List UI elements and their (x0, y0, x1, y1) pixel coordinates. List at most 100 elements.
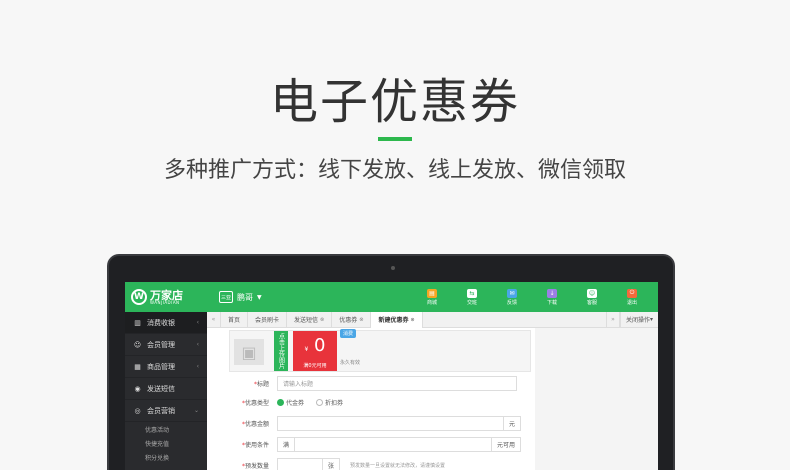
sidebar-item-label: 商品管理 (147, 362, 175, 371)
logo-mark-icon: W (131, 289, 147, 305)
image-placeholder-icon: ▣ (234, 339, 264, 365)
toolbar-label: 客服 (586, 299, 597, 306)
chevron-left-icon: ‹ (196, 341, 199, 348)
tab-send-sms[interactable]: 发送短信 ⊗ (287, 311, 333, 328)
sidebar-item-members[interactable]: ☺ 会员管理 ‹ (125, 334, 207, 356)
logo-name: 万家店 (150, 288, 183, 302)
toolbar-label: 商城 (426, 299, 437, 306)
radio-discount[interactable]: 折扣券 (316, 398, 343, 407)
quantity-unit: 张 (323, 458, 341, 470)
shift-icon: ⇆ (467, 288, 477, 298)
message-icon: ◉ (134, 384, 141, 393)
tab-label: 首页 (228, 317, 241, 324)
condition-input[interactable] (294, 437, 493, 452)
tab-home[interactable]: 首页 (221, 311, 249, 328)
laptop-frame: W 万家店 WANJIADIAN 三亚 鹏哥 ▼ ▤ 商城 ⇆ 交班 ✉ 反馈 … (107, 254, 675, 470)
box-icon: ▦ (134, 362, 141, 371)
sidebar-subitem-quick-recharge[interactable]: 快捷充值 (125, 436, 207, 450)
form-row-title: *标题 请输入标题 (207, 376, 517, 391)
chevron-down-icon: ▼ (257, 293, 262, 301)
coupon-card: ¥ 0 满0元可用 (293, 331, 337, 371)
toolbar-shift-button[interactable]: ⇆ 交班 (452, 288, 492, 306)
chevron-left-icon: ‹ (196, 319, 199, 326)
download-icon: ↓ (547, 288, 557, 298)
user-icon: ☺ (133, 340, 142, 349)
toolbar-mall-button[interactable]: ▤ 商城 (412, 288, 452, 306)
quantity-input[interactable] (277, 458, 323, 470)
cash-icon: ▥ (134, 318, 141, 327)
side-panel (535, 328, 658, 470)
sidebar-subitem-points-exchange[interactable]: 积分兑换 (125, 450, 207, 464)
mall-icon: ▤ (427, 288, 437, 298)
camera-dot (391, 266, 395, 270)
sidebar-item-label: 发送短信 (147, 384, 175, 393)
main-content: ▣ 点击上传图片 ¥ 0 满0元可用 消费 永久有效 *标题 请输入标题 *优惠… (207, 328, 658, 470)
sidebar: ▥ 消费收银 ‹ ☺ 会员管理 ‹ ▦ 商品管理 ‹ ◉ 发送短信 ◎ 会员营销 (125, 312, 207, 470)
toolbar-label: 下载 (546, 299, 557, 306)
sidebar-item-label: 会员管理 (147, 340, 175, 349)
store-icon: 三亚 (219, 291, 233, 303)
tab-scroll-left-button[interactable]: « (207, 311, 221, 328)
tab-member-card[interactable]: 会员刷卡 (248, 311, 288, 328)
form-row-quantity: *预发数量 张 预发数量一旦设置就无法修改，请谨慎设置 (207, 458, 445, 470)
close-icon[interactable]: ⊗ (359, 317, 363, 323)
sidebar-item-marketing[interactable]: ◎ 会员营销 ⌄ (125, 400, 207, 422)
sidebar-item-checkout[interactable]: ▥ 消费收银 ‹ (125, 312, 207, 334)
megaphone-icon: ◎ (134, 406, 141, 415)
condition-suffix: 元可用 (492, 437, 522, 452)
form-row-condition: *使用条件 满 元可用 (207, 437, 522, 452)
radio-label: 代金券 (286, 400, 305, 407)
radio-checked-icon (277, 399, 284, 406)
page-subtitle: 多种推广方式：线下发放、线上发放、微信领取 (163, 158, 626, 183)
app-logo[interactable]: W 万家店 WANJIADIAN (131, 289, 211, 305)
form-row-type: *优惠类型 代金券 折扣券 (241, 398, 344, 407)
radio-unchecked-icon (316, 399, 324, 406)
top-bar: W 万家店 WANJIADIAN 三亚 鹏哥 ▼ ▤ 商城 ⇆ 交班 ✉ 反馈 … (125, 282, 658, 312)
radio-voucher[interactable]: 代金券 (277, 398, 304, 407)
tab-scroll-right-button[interactable]: » (605, 311, 620, 328)
logo-sub: WANJIADIAN (150, 299, 180, 305)
sidebar-item-sms[interactable]: ◉ 发送短信 (125, 378, 207, 400)
title-label: 标题 (256, 381, 269, 388)
toolbar-label: 退出 (626, 299, 637, 306)
close-icon[interactable]: ⊗ (320, 317, 324, 323)
page-title: 电子优惠券 (269, 74, 520, 130)
toolbar-logout-button[interactable]: ⏻ 退出 (612, 288, 652, 306)
sidebar-item-products[interactable]: ▦ 商品管理 ‹ (125, 356, 207, 378)
coupon-tag-badge: 消费 (340, 329, 357, 338)
close-operations-label: 关闭操作 (625, 317, 650, 324)
toolbar-label: 交班 (466, 299, 477, 306)
store-selector[interactable]: 三亚 鹏哥 ▼ (219, 291, 262, 303)
form-row-amount: *优惠金额 元 (207, 416, 522, 431)
tab-bar: « 首页 会员刷卡 发送短信 ⊗ 优惠券 ⊗ 新建优惠券 ⊗ » 关闭操作 ▾ (207, 311, 658, 328)
sidebar-item-label: 会员营销 (147, 406, 175, 415)
condition-label: 使用条件 (244, 442, 269, 449)
upload-image-button[interactable]: 点击上传图片 (274, 331, 288, 371)
amount-label: 优惠金额 (244, 421, 269, 428)
toolbar-service-button[interactable]: ☺ 客服 (572, 288, 612, 306)
tab-coupons[interactable]: 优惠券 ⊗ (332, 311, 372, 328)
condition-prefix: 满 (277, 437, 295, 452)
tab-label: 优惠券 (339, 317, 358, 324)
store-name: 鹏哥 (237, 292, 253, 302)
tab-label: 会员刷卡 (255, 317, 280, 324)
feedback-icon: ✉ (507, 288, 517, 298)
sidebar-subitem-promotions[interactable]: 优惠活动 (125, 422, 207, 436)
tab-new-coupon[interactable]: 新建优惠券 ⊗ (371, 311, 423, 328)
toolbar: ▤ 商城 ⇆ 交班 ✉ 反馈 ↓ 下载 ☺ 客服 ⏻ 退出 (412, 288, 652, 306)
toolbar-feedback-button[interactable]: ✉ 反馈 (492, 288, 532, 306)
title-input[interactable]: 请输入标题 (277, 376, 517, 391)
amount-input[interactable] (277, 416, 504, 431)
coupon-condition: 满0元可用 (303, 363, 327, 369)
close-operations-menu[interactable]: 关闭操作 ▾ (619, 311, 658, 328)
toolbar-download-button[interactable]: ↓ 下载 (532, 288, 572, 306)
amount-unit: 元 (504, 416, 522, 431)
tab-label: 新建优惠券 (378, 317, 409, 324)
close-icon[interactable]: ⊗ (410, 317, 414, 323)
tab-label: 发送短信 (294, 317, 319, 324)
title-accent-bar (378, 137, 412, 141)
coupon-preview: ▣ 点击上传图片 ¥ 0 满0元可用 消费 永久有效 (229, 329, 531, 372)
coupon-validity: 永久有效 (340, 360, 361, 366)
coupon-value: 0 (314, 335, 326, 356)
coupon-currency: ¥ (304, 346, 309, 353)
